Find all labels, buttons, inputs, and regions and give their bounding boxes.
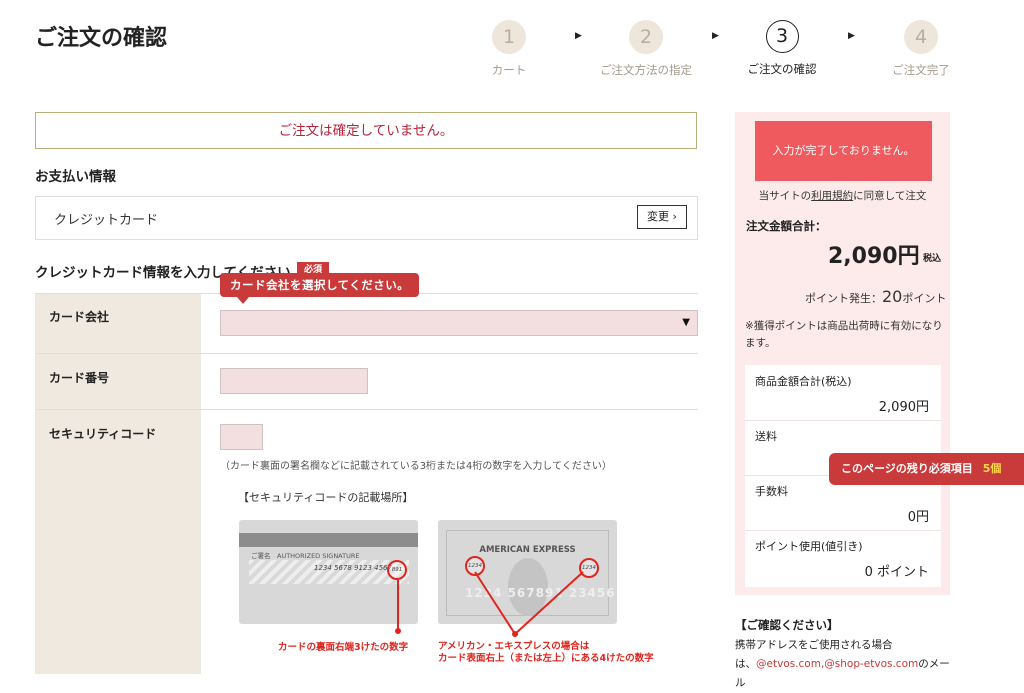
step-order-confirm: 3 ご注文の確認: [722, 20, 842, 77]
points-note: ※獲得ポイントは商品出荷時に有効になります。: [745, 320, 943, 349]
step-cart: 1 カート: [449, 20, 569, 78]
step-arrow-icon: ▶: [848, 31, 855, 41]
confirm-line-1: 携帯アドレスをご使用される場合: [735, 639, 893, 651]
pointer-dot: [395, 628, 401, 634]
card-front-caption-1: アメリカン・エキスプレスの場合は: [438, 641, 590, 652]
pointer-lines-svg: [474, 571, 584, 637]
points-suffix: ポイント: [902, 292, 947, 305]
pointer-line-right: [514, 571, 584, 635]
terms-link[interactable]: 利用規約: [811, 190, 853, 202]
place-order-button[interactable]: 入力が完了しておりません。: [755, 121, 932, 181]
step-label: カート: [491, 63, 527, 77]
step-label: ご注文方法の指定: [600, 63, 692, 77]
row-divider: [35, 353, 698, 354]
points-prefix: ポイント発生：: [805, 292, 882, 305]
card-number-input[interactable]: [220, 368, 368, 394]
signature-label: ご署名 AUTHORIZED SIGNATURE: [251, 552, 360, 560]
step-number: 4: [904, 20, 938, 54]
step-number: 3: [765, 20, 799, 53]
pointer-dot: [512, 631, 518, 637]
chevron-down-icon: ▼: [682, 317, 690, 328]
change-payment-button[interactable]: 変更 ›: [637, 205, 687, 229]
step-label: ご注文完了: [892, 63, 950, 77]
summary-value: 2,090円: [878, 400, 929, 415]
confirm-line-2-prefix: は、: [735, 658, 756, 670]
tax-included-label: 税込: [923, 254, 942, 264]
summary-divider: [745, 530, 941, 531]
confirm-notice-text: 携帯アドレスをご使用される場合 は、@etvos.com,@shop-etvos…: [735, 636, 960, 693]
remaining-count: 5個: [982, 462, 1002, 475]
step-arrow-icon: ▶: [575, 31, 582, 41]
points-earned: ポイント発生：20ポイント: [805, 287, 946, 306]
card-company-label: カード会社: [49, 310, 110, 324]
security-code-note: （カード裏面の署名欄などに記載されている3桁または4桁の数字を入力してください）: [220, 461, 612, 472]
step-order-method: 2 ご注文方法の指定: [586, 20, 706, 78]
card-back-illustration: ご署名 AUTHORIZED SIGNATURE 1234 5678 9123 …: [239, 520, 418, 624]
card-number-label: カード番号: [49, 371, 110, 385]
card-back-number: 1234 5678 9123 4567: [314, 564, 392, 572]
magnetic-stripe: [239, 533, 418, 547]
page-title: ご注文の確認: [35, 26, 168, 51]
step-number: 1: [492, 20, 526, 54]
summary-label: 商品金額合計(税込): [755, 375, 852, 388]
security-code-input[interactable]: [220, 424, 263, 450]
summary-divider: [745, 420, 941, 421]
card-company-tooltip: カード会社を選択してください。: [220, 273, 420, 297]
summary-label: 手数料: [755, 485, 788, 498]
summary-label: 送料: [755, 430, 777, 443]
pointer-line: [397, 580, 399, 630]
card-brand-label: AMERICAN EXPRESS: [479, 545, 576, 555]
card-back-caption: カードの裏面右端3けたの数字: [278, 642, 409, 653]
terms-agreement: 当サイトの利用規約に同意して注文: [735, 188, 950, 203]
remaining-required-badge[interactable]: このページの残り必須項目 5個: [829, 453, 1024, 485]
agree-prefix: 当サイトの: [758, 190, 812, 202]
security-code-location-heading: 【セキュリティコードの記載場所】: [238, 491, 414, 504]
summary-value: 0 ポイント: [864, 565, 929, 580]
payment-method-box: クレジットカード 変更 ›: [35, 196, 698, 240]
summary-value: 0円: [907, 510, 929, 525]
form-label-column: [35, 293, 201, 674]
summary-label: ポイント使用(値引き): [755, 540, 863, 553]
tooltip-pointer: [237, 297, 249, 304]
points-value: 20: [882, 287, 903, 306]
step-number: 2: [629, 20, 663, 54]
order-not-confirmed-alert: ご注文は確定していません。: [35, 112, 697, 149]
step-order-complete: 4 ご注文完了: [861, 20, 981, 78]
card-company-select[interactable]: ▼: [220, 310, 698, 336]
total-label: 注文金額合計：: [746, 219, 827, 233]
payment-method-name: クレジットカード: [54, 213, 159, 228]
remaining-text: このページの残り必須項目: [841, 462, 973, 475]
pointer-line-left: [474, 571, 516, 635]
card-front-caption-2: カード表面右上（または左上）にある4けたの数字: [438, 653, 654, 664]
security-code-marker: 891: [387, 560, 407, 580]
step-label: ご注文の確認: [747, 62, 817, 76]
confirm-line-2: は、@etvos.com,@shop-etvos.comのメール: [735, 655, 960, 693]
row-divider: [35, 409, 698, 410]
step-arrow-icon: ▶: [712, 31, 719, 41]
payment-section-title: お支払い情報: [35, 169, 116, 185]
email-domains: @etvos.com,@shop-etvos.com: [756, 658, 919, 670]
security-code-label: セキュリティコード: [49, 427, 157, 441]
total-amount: 2,090円: [828, 244, 920, 269]
confirm-notice-title: 【ご確認ください】: [735, 618, 839, 632]
agree-suffix: に同意して注文: [853, 190, 927, 202]
